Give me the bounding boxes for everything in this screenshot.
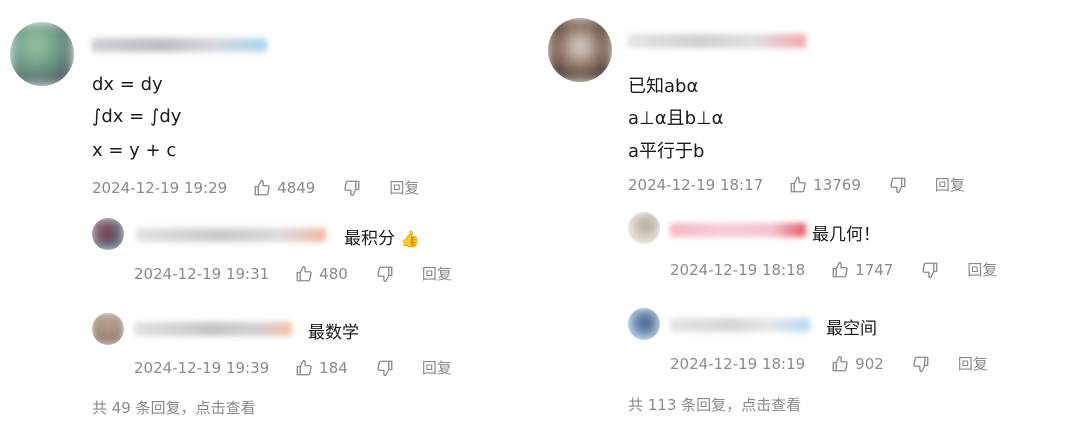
thumbs-up-icon [832,261,848,277]
dislike-button[interactable] [376,359,394,377]
view-all-replies-link[interactable]: 共 113 条回复，点击查看 [628,394,801,415]
timestamp: 2024-12-19 19:29 [92,178,228,197]
username-blurred[interactable] [628,34,806,48]
reply-button[interactable]: 回复 [422,263,452,284]
comment-line-2: ∫dx = ∫dy [92,106,182,127]
username-blurred[interactable] [92,38,267,52]
reply-meta: 2024-12-19 18:18 1747 回复 [670,259,997,280]
comment-meta: 2024-12-19 19:29 4849 回复 [92,177,419,198]
username-blurred[interactable] [670,318,810,332]
like-button[interactable]: 902 [831,355,884,373]
like-count: 4849 [277,178,316,197]
like-count: 480 [319,264,348,283]
comment-thread-right: 已知abα a⊥α且b⊥α a平行于b 2024-12-19 18:17 137… [540,0,1080,428]
avatar[interactable] [628,308,660,340]
timestamp: 2024-12-19 18:18 [670,260,806,279]
timestamp: 2024-12-19 18:17 [628,175,764,194]
reply-text: 最空间 [826,319,877,339]
comment-line-1: 已知abα [628,76,699,97]
reply-meta: 2024-12-19 19:39 184 回复 [134,357,452,378]
comment-meta: 2024-12-19 18:17 13769 回复 [628,174,965,195]
dislike-button[interactable] [889,176,907,194]
thumbs-down-icon [890,177,906,193]
like-count: 13769 [813,175,861,194]
like-button[interactable]: 1747 [831,261,893,279]
like-button[interactable]: 4849 [253,179,315,197]
thumbs-up-icon [296,265,312,281]
timestamp: 2024-12-19 18:19 [670,354,806,373]
dislike-button[interactable] [912,355,930,373]
like-count: 1747 [855,260,894,279]
username-blurred[interactable] [136,228,326,242]
like-count: 184 [319,358,348,377]
avatar[interactable] [628,212,660,244]
thumbs-down-icon [377,266,393,282]
like-count: 902 [855,354,884,373]
comment-line-3: a平行于b [628,141,705,162]
avatar[interactable] [92,218,124,250]
reply-meta: 2024-12-19 18:19 902 回复 [670,353,988,374]
reply-button[interactable]: 回复 [967,259,997,280]
avatar[interactable] [548,18,612,82]
username-blurred[interactable] [670,223,806,237]
like-button[interactable]: 13769 [789,176,861,194]
avatar[interactable] [92,313,124,345]
thumbs-down-icon [922,262,938,278]
reply-button[interactable]: 回复 [935,174,965,195]
like-button[interactable]: 184 [295,359,348,377]
avatar[interactable] [10,22,74,86]
username-blurred[interactable] [134,322,292,336]
dislike-button[interactable] [921,261,939,279]
thumbs-down-icon [913,356,929,372]
comment-line-3: x = y + c [92,140,177,161]
thumbs-down-icon [377,360,393,376]
reply-text: 最数学 [308,323,359,343]
like-button[interactable]: 480 [295,265,348,283]
thumbs-up-emoji-icon: 👍 [400,229,421,248]
timestamp: 2024-12-19 19:39 [134,358,270,377]
thumbs-down-icon [344,180,360,196]
comment-line-2: a⊥α且b⊥α [628,108,724,129]
view-all-replies-link[interactable]: 共 49 条回复，点击查看 [92,397,256,418]
reply-text: 最几何！ [812,225,880,245]
comment-thread-left: dx = dy ∫dx = ∫dy x = y + c 2024-12-19 1… [0,0,540,428]
reply-button[interactable]: 回复 [422,357,452,378]
thumbs-up-icon [296,359,312,375]
thumbs-up-icon [832,355,848,371]
reply-button[interactable]: 回复 [389,177,419,198]
reply-button[interactable]: 回复 [958,353,988,374]
thumbs-up-icon [254,179,270,195]
dislike-button[interactable] [343,179,361,197]
thumbs-up-icon [790,176,806,192]
dislike-button[interactable] [376,265,394,283]
reply-text-content: 最积分 [344,229,395,249]
reply-text: 最积分 👍 [344,224,420,249]
timestamp: 2024-12-19 19:31 [134,264,270,283]
comment-line-1: dx = dy [92,74,163,95]
reply-meta: 2024-12-19 19:31 480 回复 [134,263,452,284]
